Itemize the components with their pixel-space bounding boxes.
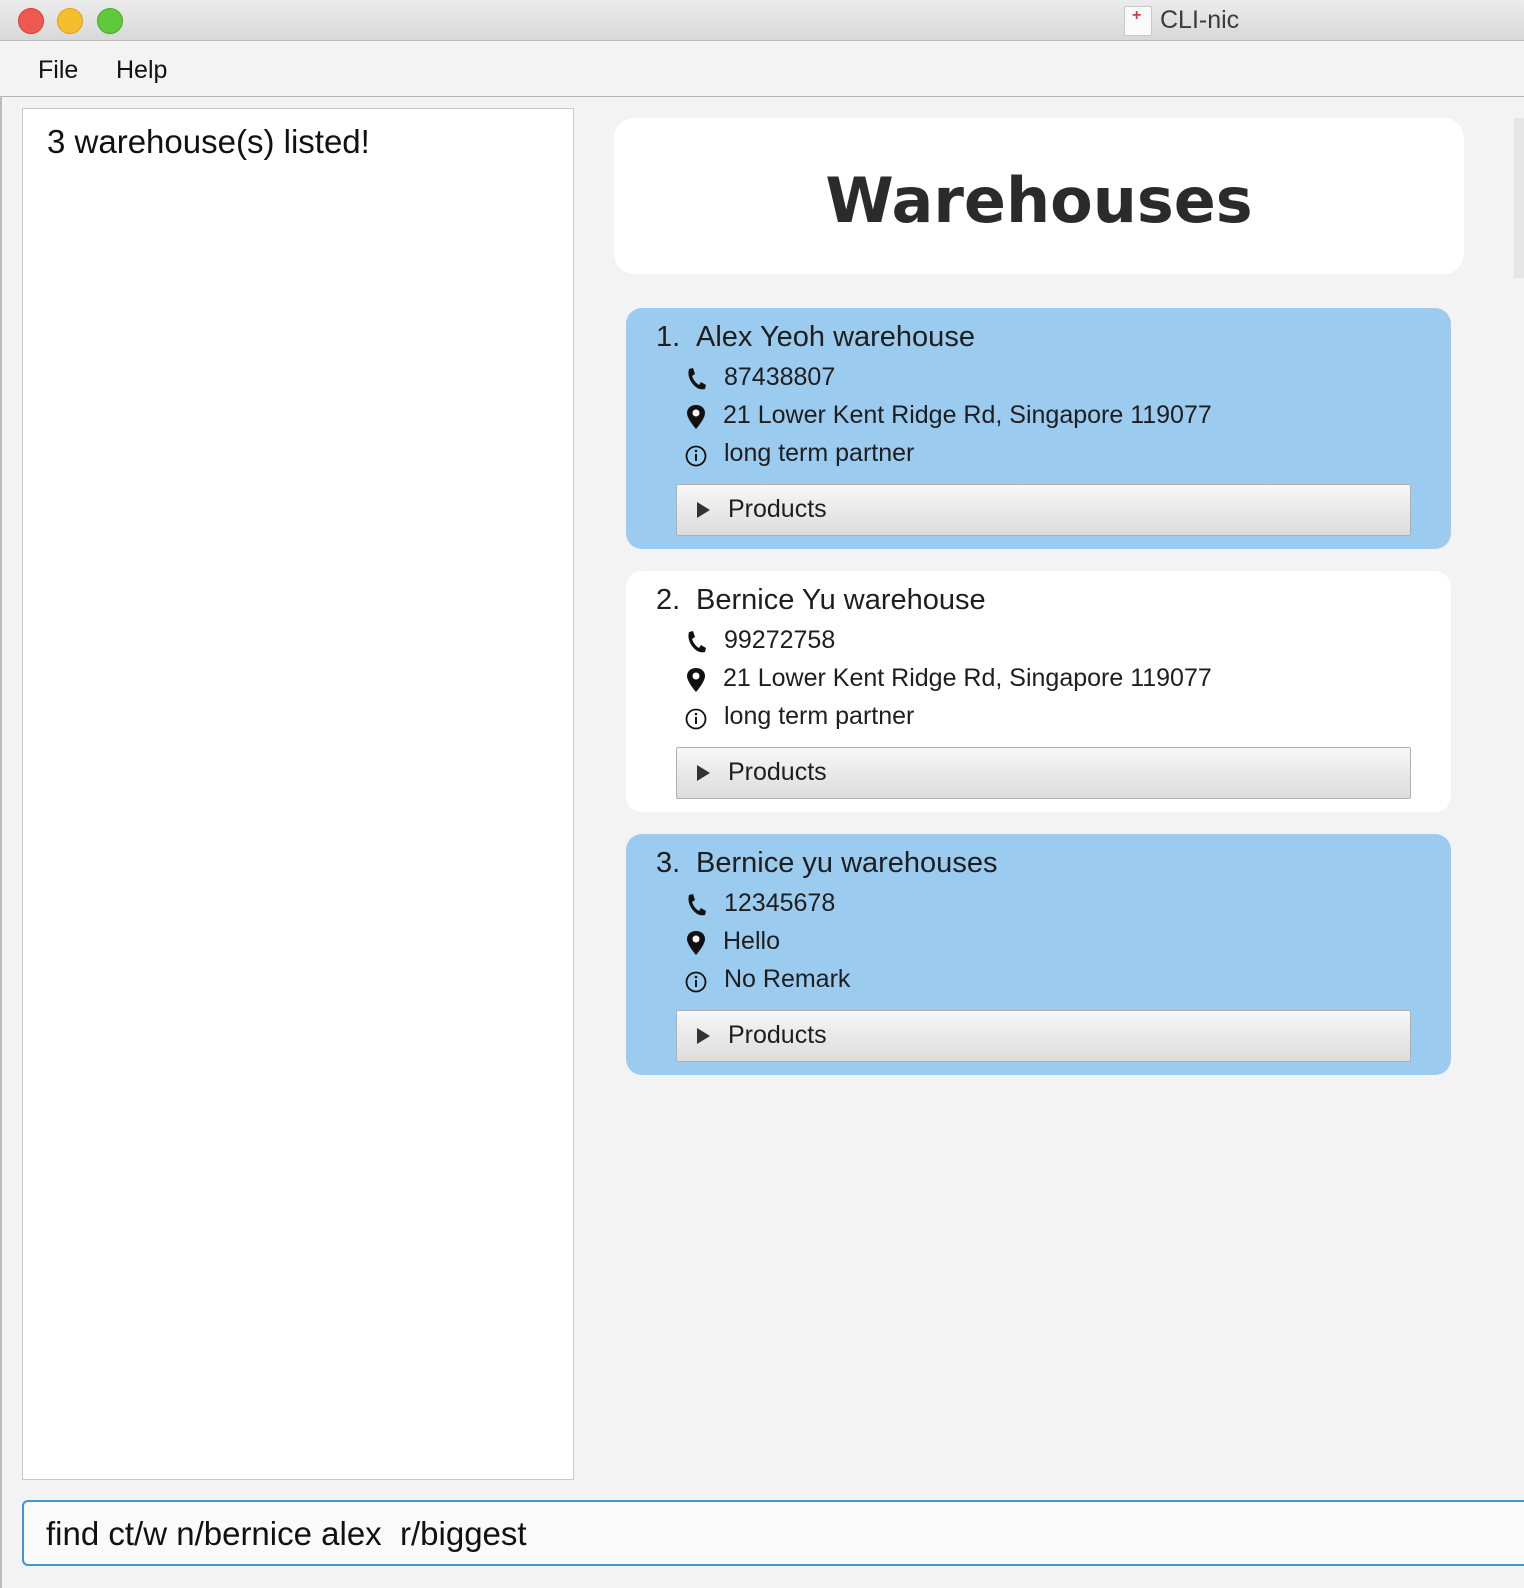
warehouse-card[interactable]: 2. Bernice Yu warehouse 99272758 21 Lowe… — [626, 571, 1451, 812]
warehouse-card[interactable]: 3. Bernice yu warehouses 12345678 Hello … — [626, 834, 1451, 1075]
warehouse-index: 1. — [656, 321, 681, 353]
close-window-button[interactable] — [18, 8, 44, 34]
warehouse-remark: No Remark — [724, 965, 851, 993]
menu-help[interactable]: Help — [116, 56, 167, 85]
maximize-window-button[interactable] — [97, 8, 123, 34]
warehouse-address: 21 Lower Kent Ridge Rd, Singapore 119077 — [723, 664, 1212, 692]
warehouse-phone: 99272758 — [724, 626, 836, 654]
location-pin-icon — [687, 405, 705, 429]
list-header-card: Warehouses — [614, 118, 1464, 274]
list-title: Warehouses — [825, 164, 1253, 237]
location-pin-icon — [687, 931, 705, 955]
warehouse-card[interactable]: 1. Alex Yeoh warehouse 87438807 21 Lower… — [626, 308, 1451, 549]
warehouse-remark: long term partner — [724, 439, 915, 467]
warehouse-address: 21 Lower Kent Ridge Rd, Singapore 119077 — [723, 401, 1212, 429]
window-title: CLI-nic — [1160, 6, 1240, 34]
result-display: 3 warehouse(s) listed! — [22, 108, 574, 1480]
products-expander[interactable]: Products — [676, 484, 1411, 536]
triangle-right-icon — [697, 1028, 710, 1044]
warehouse-name: Bernice yu warehouses — [696, 847, 998, 879]
location-pin-icon — [687, 668, 705, 692]
info-icon — [685, 445, 707, 467]
triangle-right-icon — [697, 502, 710, 518]
warehouse-remark: long term partner — [724, 702, 915, 730]
phone-icon — [688, 894, 706, 916]
warehouse-address: Hello — [723, 927, 780, 955]
products-expander[interactable]: Products — [676, 1010, 1411, 1062]
triangle-right-icon — [697, 765, 710, 781]
warehouse-phone: 87438807 — [724, 363, 836, 391]
info-icon — [685, 971, 707, 993]
minimize-window-button[interactable] — [57, 8, 83, 34]
products-label: Products — [728, 758, 827, 786]
phone-icon — [688, 631, 706, 653]
window-title-bar: CLI-nic — [0, 0, 1524, 41]
result-message: 3 warehouse(s) listed! — [47, 123, 370, 160]
window-left-edge — [0, 96, 2, 1588]
warehouse-name: Bernice Yu warehouse — [696, 584, 986, 616]
scrollbar[interactable] — [1514, 118, 1524, 278]
command-box — [22, 1500, 1524, 1566]
menu-bar: File Help — [0, 41, 1524, 97]
warehouse-index: 2. — [656, 584, 681, 616]
info-icon — [685, 708, 707, 730]
command-input[interactable] — [46, 1514, 1446, 1554]
warehouse-index: 3. — [656, 847, 681, 879]
warehouse-name: Alex Yeoh warehouse — [696, 321, 975, 353]
app-icon — [1124, 6, 1152, 36]
products-expander[interactable]: Products — [676, 747, 1411, 799]
products-label: Products — [728, 1021, 827, 1049]
products-label: Products — [728, 495, 827, 523]
menu-file[interactable]: File — [38, 56, 78, 85]
warehouse-phone: 12345678 — [724, 889, 836, 917]
phone-icon — [688, 368, 706, 390]
